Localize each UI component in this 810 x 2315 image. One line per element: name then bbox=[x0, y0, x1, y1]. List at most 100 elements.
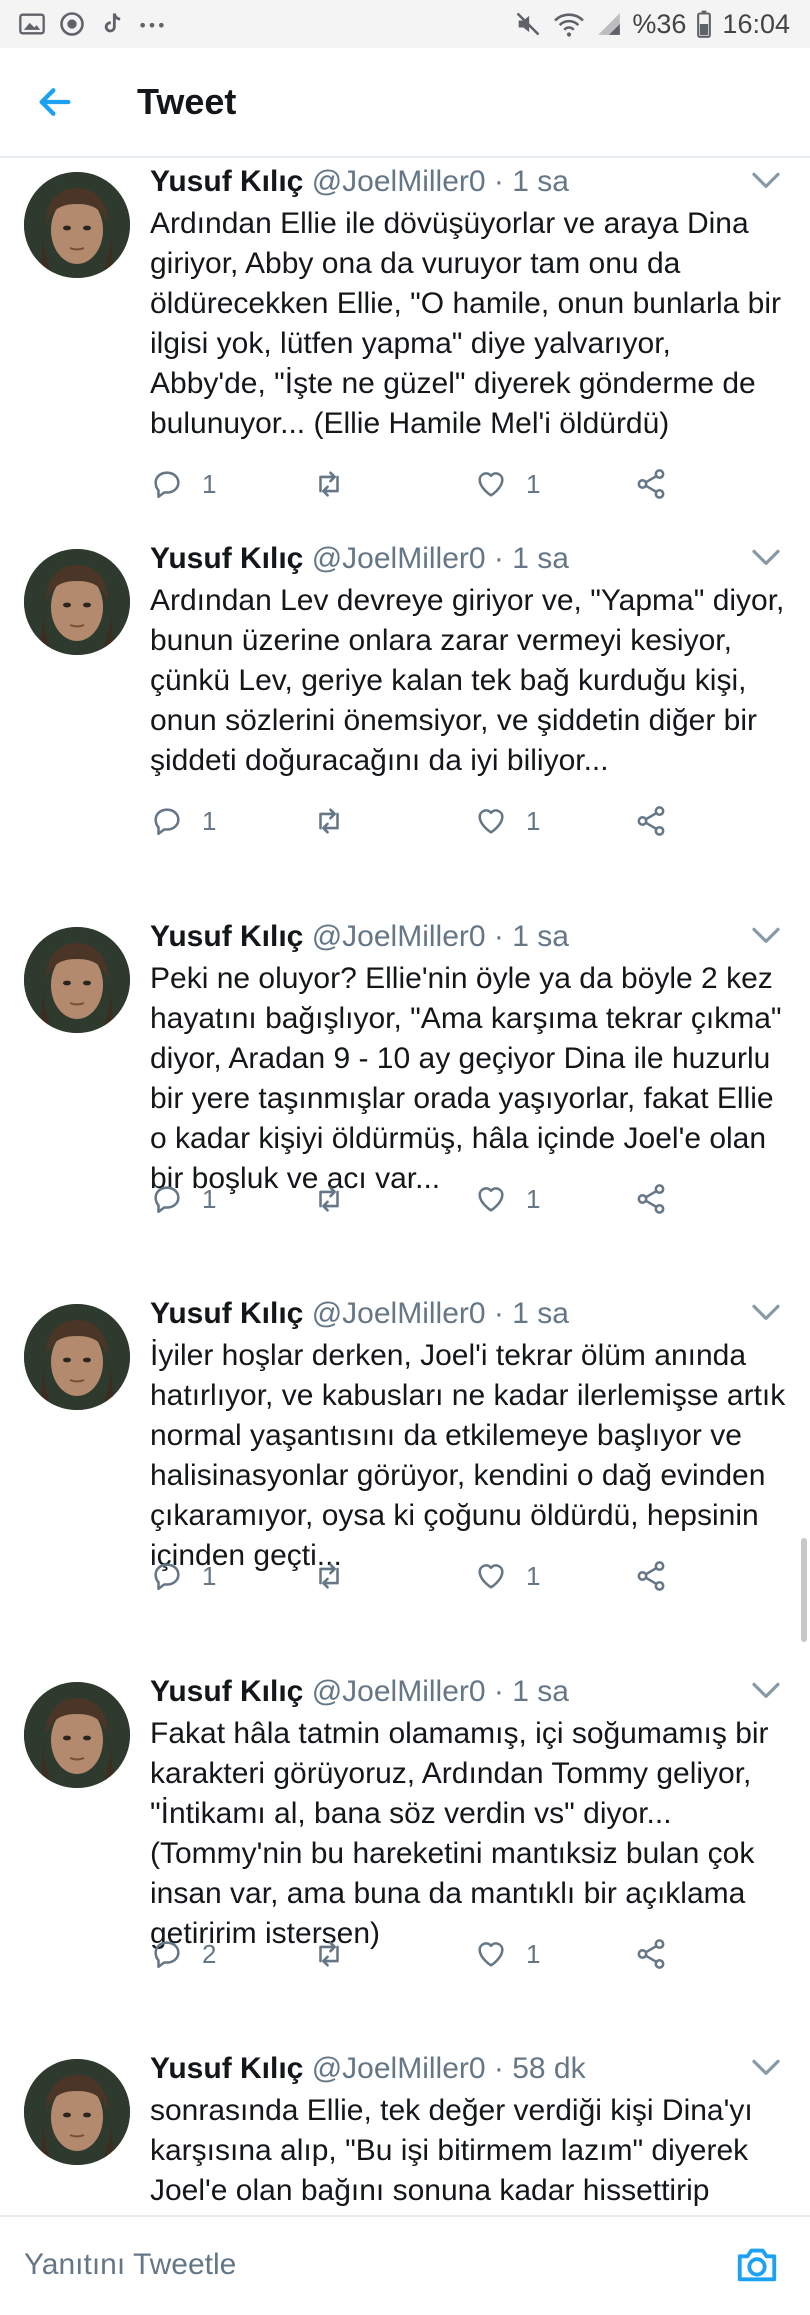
author-name[interactable]: Yusuf Kılıç bbox=[150, 165, 303, 198]
like-button[interactable]: 1 bbox=[474, 1934, 540, 1974]
retweet-icon bbox=[319, 471, 339, 497]
tweet-actions: 11 bbox=[150, 1556, 710, 1596]
author-name[interactable]: Yusuf Kılıç bbox=[150, 1297, 303, 1330]
avatar[interactable] bbox=[24, 549, 130, 655]
like-button[interactable]: 1 bbox=[474, 1179, 540, 1219]
share-icon bbox=[637, 1561, 665, 1591]
tweet-time: · 1 sa bbox=[493, 1297, 569, 1330]
page-title: Tweet bbox=[137, 81, 237, 122]
share-icon bbox=[637, 469, 665, 499]
share-button[interactable] bbox=[634, 801, 668, 841]
like-count: 1 bbox=[526, 1938, 541, 1969]
reply-button[interactable]: 1 bbox=[150, 464, 216, 504]
share-icon bbox=[637, 1939, 665, 1969]
avatar[interactable] bbox=[24, 172, 130, 278]
chevron-down-icon[interactable] bbox=[750, 1302, 782, 1324]
retweet-button[interactable] bbox=[312, 1179, 346, 1219]
author-name[interactable]: Yusuf Kılıç bbox=[150, 1675, 303, 1708]
avatar-image bbox=[24, 1304, 130, 1410]
tweet[interactable]: Yusuf Kılıç @JoelMiller0 · 1 sa Ardından … bbox=[0, 158, 810, 537]
author-handle[interactable]: @JoelMiller0 bbox=[312, 1675, 486, 1708]
share-button[interactable] bbox=[634, 1556, 668, 1596]
author-handle[interactable]: @JoelMiller0 bbox=[312, 920, 486, 953]
avatar[interactable] bbox=[24, 2059, 130, 2165]
avatar-image bbox=[24, 172, 130, 278]
battery-percent: %36 bbox=[632, 8, 687, 39]
tweet-actions: 11 bbox=[150, 801, 710, 841]
reply-button[interactable]: 1 bbox=[150, 1556, 216, 1596]
tweet[interactable]: Yusuf Kılıç @JoelMiller0 · 1 sa Ardından … bbox=[0, 535, 810, 915]
status-right: %36 16:04 bbox=[514, 9, 810, 40]
battery-icon bbox=[697, 10, 712, 38]
tiktok-icon bbox=[104, 13, 121, 33]
retweet-button[interactable] bbox=[312, 1934, 346, 1974]
avatar[interactable] bbox=[24, 1682, 130, 1788]
author-name[interactable]: Yusuf Kılıç bbox=[150, 542, 303, 575]
reply-count: 1 bbox=[202, 1560, 217, 1591]
heart-icon bbox=[478, 809, 504, 834]
like-count: 1 bbox=[526, 805, 541, 836]
reply-bar: Yanıtını Tweetle bbox=[0, 2215, 810, 2315]
like-button[interactable]: 1 bbox=[474, 801, 540, 841]
back-button[interactable] bbox=[25, 72, 85, 132]
retweet-icon bbox=[319, 1941, 339, 1967]
avatar-image bbox=[24, 2059, 130, 2165]
tweet-time: · 1 sa bbox=[493, 165, 569, 198]
more-dots-icon bbox=[140, 22, 164, 28]
heart-icon bbox=[478, 1942, 504, 1967]
tweet-header: Yusuf Kılıç @JoelMiller0 · 1 sa bbox=[150, 915, 760, 959]
share-button[interactable] bbox=[634, 1934, 668, 1974]
tweet[interactable]: Yusuf Kılıç @JoelMiller0 · 58 dk sonrasın… bbox=[0, 2045, 810, 2213]
tweet-header: Yusuf Kılıç @JoelMiller0 · 1 sa bbox=[150, 537, 760, 581]
tweet-text: Ardından Lev devreye giriyor ve, "Yapma"… bbox=[150, 584, 785, 777]
tweet[interactable]: Yusuf Kılıç @JoelMiller0 · 1 sa Peki ne o… bbox=[0, 913, 810, 1292]
chevron-down-icon[interactable] bbox=[750, 2057, 782, 2079]
scroll-indicator[interactable] bbox=[801, 1538, 807, 1642]
tweet-text: Ardından Ellie ile dövüşüyorlar ve araya… bbox=[150, 207, 781, 440]
reply-icon bbox=[154, 1563, 180, 1591]
author-handle[interactable]: @JoelMiller0 bbox=[312, 1297, 486, 1330]
share-button[interactable] bbox=[634, 1179, 668, 1219]
like-button[interactable]: 1 bbox=[474, 464, 540, 504]
signal-icon bbox=[598, 13, 621, 35]
reply-button[interactable]: 2 bbox=[150, 1934, 216, 1974]
reply-input[interactable]: Yanıtını Tweetle bbox=[24, 2237, 704, 2293]
chevron-down-icon[interactable] bbox=[750, 170, 782, 192]
tweet-text: İyiler hoşlar derken, Joel'i tekrar ölüm… bbox=[150, 1339, 786, 1572]
author-name[interactable]: Yusuf Kılıç bbox=[150, 2052, 303, 2085]
tweet-actions: 21 bbox=[150, 1934, 710, 1974]
reply-count: 2 bbox=[202, 1938, 217, 1969]
status-left-icons bbox=[0, 10, 166, 38]
reply-button[interactable]: 1 bbox=[150, 801, 216, 841]
camera-icon[interactable] bbox=[734, 2241, 780, 2287]
reply-icon bbox=[154, 1941, 180, 1969]
tweet-header: Yusuf Kılıç @JoelMiller0 · 58 dk bbox=[150, 2047, 760, 2091]
tweet-header: Yusuf Kılıç @JoelMiller0 · 1 sa bbox=[150, 1292, 760, 1336]
retweet-icon bbox=[319, 808, 339, 834]
tweet[interactable]: Yusuf Kılıç @JoelMiller0 · 1 sa İyiler ho… bbox=[0, 1290, 810, 1670]
tweet-thread[interactable]: Yusuf Kılıç @JoelMiller0 · 1 sa Ardından … bbox=[0, 158, 810, 2213]
author-handle[interactable]: @JoelMiller0 bbox=[312, 542, 486, 575]
chevron-down-icon[interactable] bbox=[750, 1680, 782, 1702]
reply-count: 1 bbox=[202, 1183, 217, 1214]
retweet-button[interactable] bbox=[312, 464, 346, 504]
retweet-button[interactable] bbox=[312, 1556, 346, 1596]
share-button[interactable] bbox=[634, 464, 668, 504]
heart-icon bbox=[478, 1564, 504, 1589]
retweet-button[interactable] bbox=[312, 801, 346, 841]
author-handle[interactable]: @JoelMiller0 bbox=[312, 165, 486, 198]
reply-button[interactable]: 1 bbox=[150, 1179, 216, 1219]
avatar[interactable] bbox=[24, 927, 130, 1033]
like-button[interactable]: 1 bbox=[474, 1556, 540, 1596]
settings-icon bbox=[60, 12, 84, 36]
author-handle[interactable]: @JoelMiller0 bbox=[312, 2052, 486, 2085]
like-count: 1 bbox=[526, 1560, 541, 1591]
like-count: 1 bbox=[526, 468, 541, 499]
chevron-down-icon[interactable] bbox=[750, 547, 782, 569]
retweet-icon bbox=[319, 1186, 339, 1212]
avatar[interactable] bbox=[24, 1304, 130, 1410]
author-name[interactable]: Yusuf Kılıç bbox=[150, 920, 303, 953]
tweet[interactable]: Yusuf Kılıç @JoelMiller0 · 1 sa Fakat hâl… bbox=[0, 1668, 810, 2047]
chevron-down-icon[interactable] bbox=[750, 925, 782, 947]
clock: 16:04 bbox=[722, 8, 790, 39]
